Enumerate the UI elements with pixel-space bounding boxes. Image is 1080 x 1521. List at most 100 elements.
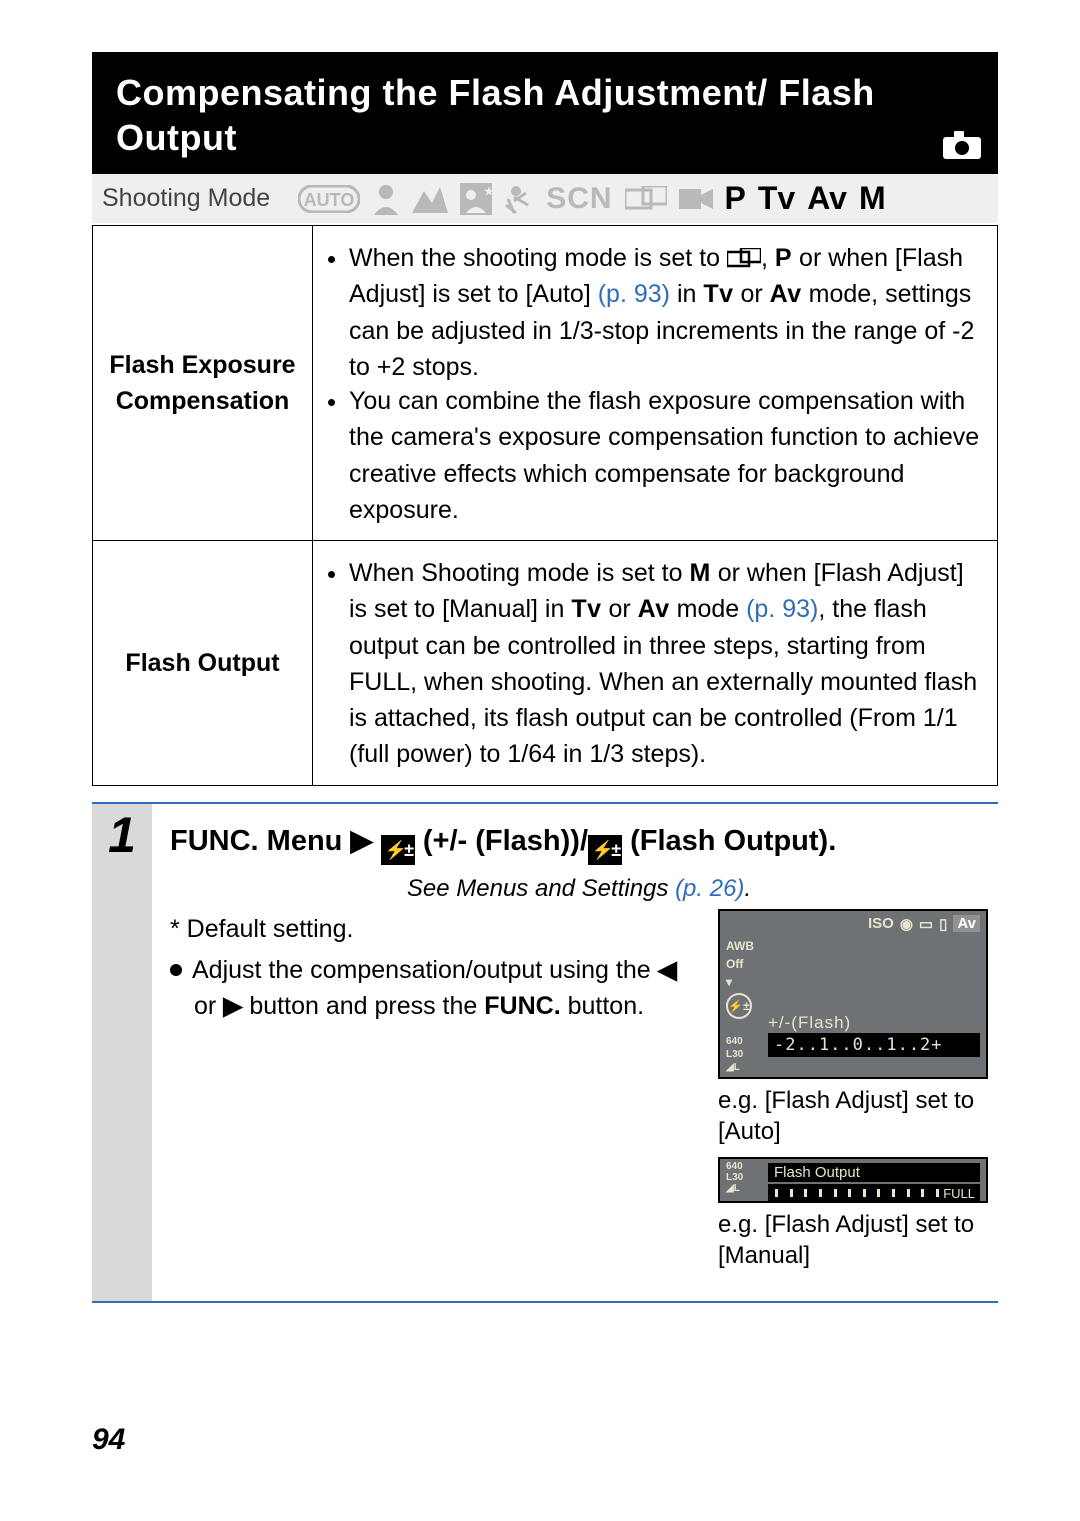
- text: When Shooting mode is set to: [349, 559, 689, 587]
- page-ref-link[interactable]: (p. 26): [675, 875, 744, 902]
- mode-av-badge: Av: [953, 915, 980, 932]
- bracket-icon: ▾: [726, 975, 754, 989]
- lcd2-left-icons: 640 L30 ◢L: [726, 1161, 743, 1194]
- text: or: [602, 595, 638, 623]
- effect-off-icon: Off: [726, 957, 754, 971]
- flash-comp-icon: ⚡±: [381, 835, 415, 865]
- feature-table: Flash Exposure Compensation When the sho…: [92, 225, 998, 786]
- list-item: When Shooting mode is set to M or when […: [349, 555, 983, 773]
- mode-av-inline: Av: [770, 280, 802, 308]
- lcd2-track: FULL: [768, 1184, 980, 1202]
- page-ref-link[interactable]: (p. 93): [746, 595, 818, 623]
- text: .: [744, 875, 751, 902]
- mode-landscape-icon: [412, 185, 448, 213]
- mode-tv-icon: Tv: [758, 180, 795, 217]
- lcd-left-icons: AWB Off ▾ ⚡±: [726, 939, 754, 1019]
- mode-tv-inline: Tv: [703, 280, 733, 308]
- text: mode: [670, 595, 746, 623]
- instruction-line: Adjust the compensation/output using the…: [170, 952, 696, 1025]
- step-heading: FUNC. Menu ▶ ⚡± (+/- (Flash))/⚡± (Flash …: [170, 822, 988, 865]
- svg-text:★: ★: [484, 186, 492, 198]
- shooting-mode-row: Shooting Mode AUTO ★ SCN P Tv Av M: [92, 174, 998, 223]
- step-right-col: ISO ◉ ▭ ▯ Av AWB Off ▾ ⚡±: [718, 909, 988, 1282]
- step-number: 1: [92, 810, 152, 860]
- awb-icon: AWB: [726, 939, 754, 953]
- page-ref-link[interactable]: (p. 93): [598, 280, 670, 308]
- iso-icon: ISO: [868, 915, 894, 932]
- text: button.: [561, 992, 644, 1020]
- l30-icon: L30: [726, 1172, 743, 1183]
- text: in: [670, 280, 703, 308]
- text: Adjust the compensation/output using the: [192, 956, 658, 984]
- flash-comp-selected-icon: ⚡±: [726, 993, 752, 1019]
- step-subcaption: See Menus and Settings (p. 26).: [170, 875, 988, 903]
- flash-output-icon: ⚡±: [588, 835, 622, 865]
- text: See Menus and Settings: [407, 875, 675, 902]
- text: or: [194, 992, 223, 1020]
- page-number: 94: [92, 1423, 125, 1457]
- section-title: Compensating the Flash Adjustment/ Flash…: [116, 70, 974, 160]
- lcd-flash-bar: +/-(Flash) -2..1..0..1..2+: [768, 1013, 980, 1057]
- step-columns: * Default setting. Adjust the compensati…: [170, 909, 988, 1282]
- left-arrow-icon: ◀: [658, 956, 677, 984]
- table-row: Flash Output When Shooting mode is set t…: [93, 541, 998, 786]
- right-arrow-icon: ▶: [223, 992, 242, 1020]
- lcd-bottomleft-icons: 640 L30 ◢L: [726, 1036, 743, 1073]
- text: or: [734, 280, 770, 308]
- func-label: FUNC.: [484, 992, 560, 1020]
- mode-nightsnap-icon: ★: [460, 183, 492, 215]
- text: FUNC.: [170, 825, 259, 857]
- text: Menu: [259, 825, 351, 857]
- row-header-flash-output: Flash Output: [93, 541, 313, 786]
- text: ,: [761, 244, 775, 272]
- full-label: FULL: [943, 1185, 975, 1203]
- screenshot-caption-manual: e.g. [Flash Adjust] set to [Manual]: [718, 1209, 988, 1271]
- step-body: FUNC. Menu ▶ ⚡± (+/- (Flash))/⚡± (Flash …: [152, 804, 998, 1302]
- mode-p-inline: P: [775, 244, 792, 272]
- single-shot-icon: ▯: [939, 915, 947, 933]
- list-item: When the shooting mode is set to , P or …: [349, 240, 983, 385]
- text: button and press the: [242, 992, 484, 1020]
- quality-l-icon: ◢L: [726, 1183, 743, 1194]
- mode-auto-icon: AUTO: [298, 185, 360, 213]
- section-title-bar: Compensating the Flash Adjustment/ Flash…: [92, 52, 998, 174]
- lcd-bar-label: +/-(Flash): [768, 1013, 980, 1033]
- lcd2-output-bar: Flash Output FULL: [768, 1163, 980, 1202]
- mode-icons-strip: AUTO ★ SCN P Tv Av M: [298, 180, 980, 217]
- mode-portrait-icon: [372, 183, 400, 215]
- res-640-icon: 640: [726, 1161, 743, 1172]
- default-setting-note: * Default setting.: [170, 915, 696, 944]
- list-item: You can combine the flash exposure compe…: [349, 383, 983, 528]
- timer-icon: ◉: [900, 915, 913, 933]
- mode-m-inline: M: [689, 559, 710, 587]
- mode-av-icon: Av: [807, 180, 847, 217]
- frame-icon: ▭: [919, 915, 933, 933]
- res-640-icon: 640: [726, 1036, 743, 1047]
- step-block: 1 FUNC. Menu ▶ ⚡± (+/- (Flash))/⚡± (Flas…: [92, 802, 998, 1304]
- step-number-bar: 1: [92, 804, 152, 1302]
- lcd-screenshot-auto: ISO ◉ ▭ ▯ Av AWB Off ▾ ⚡±: [718, 909, 988, 1079]
- mode-tv-inline: Tv: [571, 595, 601, 623]
- row-header-flash-exposure: Flash Exposure Compensation: [93, 226, 313, 541]
- bullet-icon: [170, 964, 182, 976]
- mode-stitch-icon: [625, 186, 667, 212]
- manual-page: Compensating the Flash Adjustment/ Flash…: [0, 0, 1080, 1521]
- text: (+/- (Flash))/: [415, 825, 588, 857]
- step-left-col: * Default setting. Adjust the compensati…: [170, 909, 696, 1282]
- mode-p-icon: P: [725, 180, 746, 217]
- lcd-bar-scale: -2..1..0..1..2+: [768, 1033, 980, 1057]
- l30-icon: L30: [726, 1049, 743, 1060]
- mode-av-inline: Av: [638, 595, 670, 623]
- mode-kidspets-icon: [504, 183, 534, 215]
- mode-movie-icon: [679, 185, 713, 213]
- shooting-mode-label: Shooting Mode: [102, 184, 270, 213]
- lcd-top-icons: ISO ◉ ▭ ▯ Av: [868, 915, 980, 933]
- row-body: When Shooting mode is set to M or when […: [313, 541, 998, 786]
- row-body: When the shooting mode is set to , P or …: [313, 226, 998, 541]
- camera-icon: [942, 130, 982, 160]
- mode-scn-icon: SCN: [546, 182, 612, 216]
- lcd-screenshot-manual: 640 L30 ◢L Flash Output FULL: [718, 1157, 988, 1203]
- quality-l-icon: ◢L: [726, 1062, 743, 1073]
- mode-m-icon: M: [859, 180, 886, 217]
- table-row: Flash Exposure Compensation When the sho…: [93, 226, 998, 541]
